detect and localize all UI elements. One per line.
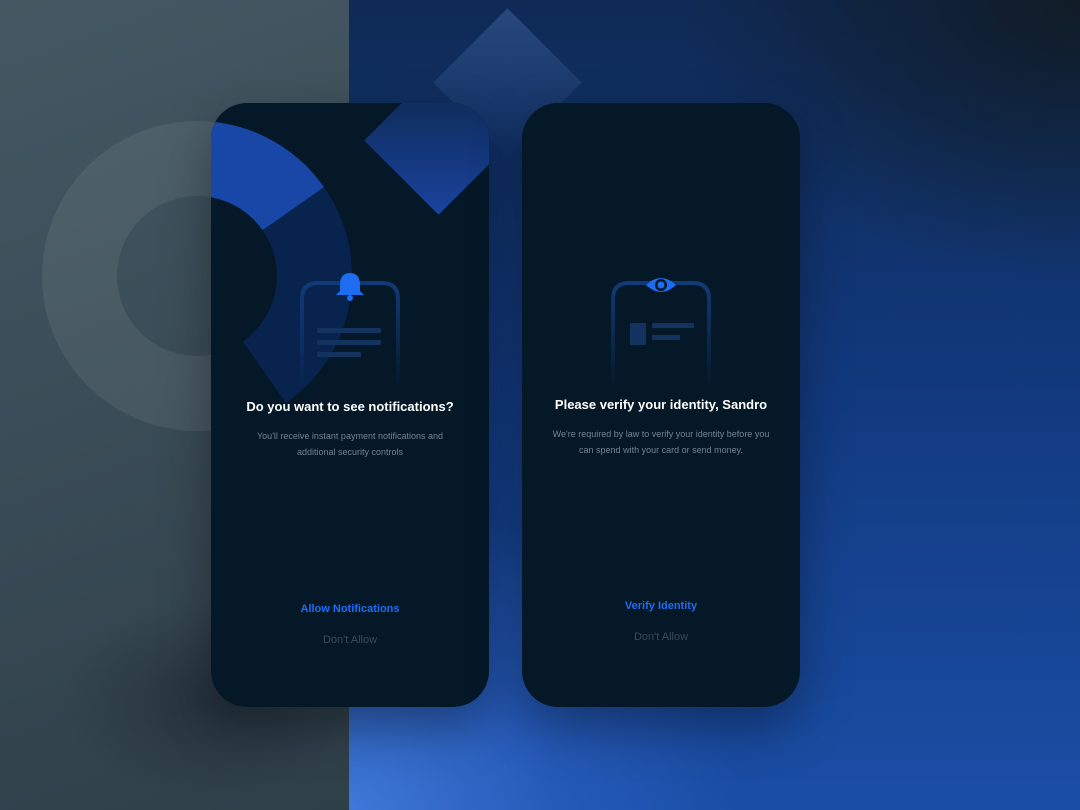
allow-notifications-button[interactable]: Allow Notifications [211, 603, 489, 615]
screen-title: Do you want to see notifications? [246, 399, 454, 414]
decorative-glow-diamond [364, 103, 489, 215]
screen-title: Please verify your identity, Sandro [554, 397, 768, 412]
identity-illustration [611, 278, 711, 389]
eye-icon [646, 278, 676, 292]
bell-icon [336, 273, 364, 301]
identity-screen: Please verify your identity, Sandro We'r… [522, 103, 800, 707]
verify-identity-button[interactable]: Verify Identity [522, 600, 800, 612]
screen-description: You'll receive instant payment notificat… [257, 431, 443, 457]
screen-description: We're required by law to verify your ide… [552, 429, 770, 455]
notification-illustration [300, 273, 400, 389]
dont-allow-button[interactable]: Don't Allow [211, 634, 489, 646]
notifications-screen: Do you want to see notifications? You'll… [211, 103, 489, 707]
dont-allow-button[interactable]: Don't Allow [522, 631, 800, 643]
